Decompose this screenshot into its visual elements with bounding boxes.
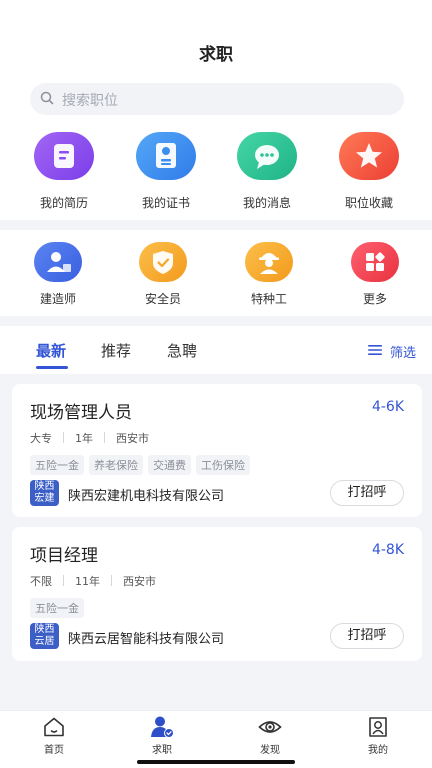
job-experience: 1年 xyxy=(75,432,93,445)
tab-recommended[interactable]: 推荐 xyxy=(101,340,131,361)
shield-icon xyxy=(139,242,187,282)
resume-icon xyxy=(34,132,94,180)
quick-action-label: 我的简历 xyxy=(39,196,88,210)
company-logo-text: 陕西 xyxy=(34,481,55,492)
job-meta: 不限 11年 西安市 xyxy=(30,573,156,589)
job-card[interactable]: 项目经理 4-8K 不限 11年 西安市 五险一金 陕西 云居 陕西云居智能科技有限… xyxy=(12,527,422,661)
job-tags: 五险一金 养老保险 交通费 工伤保险 xyxy=(30,454,255,475)
category-label: 建造师 xyxy=(39,292,76,306)
tab-latest[interactable]: 最新 xyxy=(36,340,66,361)
job-tag: 养老保险 xyxy=(89,455,143,475)
job-tags: 五险一金 xyxy=(30,597,89,618)
company-logo: 陕西 云居 xyxy=(30,623,59,649)
header: 求职 xyxy=(0,0,432,70)
filter-button[interactable]: 筛选 xyxy=(390,342,416,361)
nav-label: 我的 xyxy=(368,745,388,756)
quick-action-label: 我的证书 xyxy=(141,196,190,210)
job-seeker-icon xyxy=(151,716,174,738)
certificate-icon xyxy=(136,132,196,180)
company-logo-text: 宏建 xyxy=(34,493,55,504)
category-label: 安全员 xyxy=(144,292,181,306)
job-salary: 4-6K xyxy=(371,399,404,415)
category-label: 特种工 xyxy=(250,292,287,306)
job-tag: 五险一金 xyxy=(30,455,84,475)
job-meta: 大专 1年 西安市 xyxy=(30,430,149,446)
profile-icon xyxy=(369,717,387,737)
greet-button[interactable]: 打招呼 xyxy=(330,623,404,649)
job-education: 不限 xyxy=(30,575,52,588)
more-apps-icon xyxy=(351,242,399,282)
job-title: 现场管理人员 xyxy=(30,403,132,423)
home-icon xyxy=(44,717,64,737)
job-experience: 11年 xyxy=(75,575,100,588)
nav-label: 发现 xyxy=(260,745,280,756)
job-tag: 交通费 xyxy=(148,455,191,475)
eye-icon xyxy=(258,721,282,733)
search-icon xyxy=(40,91,54,105)
builder-icon xyxy=(34,242,82,282)
greet-button[interactable]: 打招呼 xyxy=(330,480,404,506)
search-input[interactable]: 搜索职位 xyxy=(30,83,404,115)
job-tabs: 最新 推荐 急聘 筛选 xyxy=(0,326,432,374)
company-name: 陕西云居智能科技有限公司 xyxy=(68,632,225,647)
company-name: 陕西宏建机电科技有限公司 xyxy=(68,489,225,504)
job-location: 西安市 xyxy=(123,575,156,588)
job-card[interactable]: 现场管理人员 4-6K 大专 1年 西安市 五险一金 养老保险 交通费 工伤保险 陕西 宏… xyxy=(12,384,422,517)
worker-icon xyxy=(245,242,293,282)
nav-label: 求职 xyxy=(152,745,172,756)
job-tag: 五险一金 xyxy=(30,598,84,618)
nav-profile[interactable]: 我的 xyxy=(348,715,408,756)
nav-home[interactable]: 首页 xyxy=(24,715,84,756)
message-icon xyxy=(237,132,297,180)
star-icon xyxy=(339,132,399,180)
filter-icon[interactable] xyxy=(368,344,382,356)
job-tag: 工伤保险 xyxy=(196,455,250,475)
company-logo-text: 云居 xyxy=(34,636,55,647)
job-education: 大专 xyxy=(30,432,52,445)
search-placeholder: 搜索职位 xyxy=(62,93,118,109)
quick-action-label: 我的消息 xyxy=(242,196,291,210)
nav-discover[interactable]: 发现 xyxy=(240,715,300,756)
page-title: 求职 xyxy=(199,45,233,65)
category-label: 更多 xyxy=(362,292,387,306)
job-salary: 4-8K xyxy=(371,542,404,558)
quick-actions-panel: 搜索职位 我的简历 我的证书 我的消息 职位收藏 xyxy=(0,70,432,220)
quick-action-label: 职位收藏 xyxy=(344,196,393,210)
category-panel: 建造师 安全员 特种工 更多 xyxy=(0,230,432,316)
tab-urgent[interactable]: 急聘 xyxy=(167,340,197,361)
nav-job-seeker[interactable]: 求职 xyxy=(132,715,192,756)
active-tab-indicator xyxy=(36,366,68,369)
home-indicator xyxy=(137,760,295,764)
company-logo: 陕西 宏建 xyxy=(30,480,59,506)
nav-label: 首页 xyxy=(44,745,64,756)
company-logo-text: 陕西 xyxy=(34,624,55,635)
job-location: 西安市 xyxy=(116,432,149,445)
job-title: 项目经理 xyxy=(30,546,98,566)
